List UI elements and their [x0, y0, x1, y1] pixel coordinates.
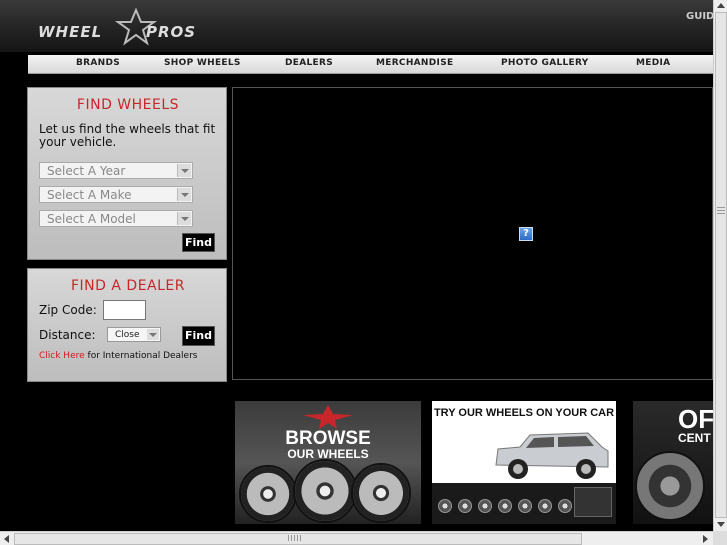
- horizontal-scrollbar[interactable]: [0, 531, 713, 545]
- wheel-thumbnail: [558, 499, 572, 513]
- logo-text-pros: PROS: [146, 23, 197, 41]
- wheel-image: [293, 459, 357, 523]
- tire-image: [635, 451, 705, 521]
- find-wheels-button[interactable]: Find: [182, 233, 215, 252]
- guide-link[interactable]: GUID: [686, 11, 714, 22]
- nav-shop-wheels[interactable]: SHOP WHEELS: [164, 58, 241, 68]
- wheel-thumbnail: [518, 499, 532, 513]
- chevron-down-icon: [147, 329, 159, 340]
- vertical-scrollbar[interactable]: [713, 0, 727, 531]
- model-select-value: Select A Model: [47, 212, 136, 226]
- wheel-thumbnail: [478, 499, 492, 513]
- flash-content-area: ?: [232, 87, 713, 380]
- year-select[interactable]: Select A Year: [39, 162, 193, 179]
- scroll-grip-icon: [717, 207, 725, 215]
- nav-media[interactable]: MEDIA: [636, 58, 670, 68]
- nav-brands[interactable]: BRANDS: [76, 58, 120, 68]
- site-header: WHEEL PROS GUID: [0, 0, 714, 52]
- wheel-selector-strip: [432, 483, 616, 524]
- offroad-subtitle: CENT: [678, 431, 711, 445]
- year-select-value: Select A Year: [47, 164, 126, 178]
- chevron-down-icon: [177, 188, 191, 201]
- wheel-image: [239, 465, 297, 523]
- missing-plugin-icon[interactable]: ?: [519, 227, 533, 241]
- wheel-pros-logo[interactable]: WHEEL PROS: [38, 8, 208, 46]
- model-select[interactable]: Select A Model: [39, 210, 193, 227]
- find-dealer-panel: FIND A DEALER Zip Code: Distance: Close …: [27, 268, 227, 382]
- make-select-value: Select A Make: [47, 188, 132, 202]
- suv-car-image: [495, 432, 609, 479]
- scrollbar-corner: [713, 531, 727, 545]
- distance-label: Distance:: [39, 328, 96, 342]
- chevron-down-icon: [177, 212, 191, 225]
- distance-select[interactable]: Close: [107, 327, 161, 342]
- scroll-right-arrow-icon[interactable]: [699, 533, 711, 545]
- international-dealers-text: for International Dealers: [87, 351, 198, 361]
- distance-select-value: Close: [115, 330, 140, 340]
- scroll-left-arrow-icon[interactable]: [1, 533, 13, 545]
- wheel-thumbnail: [538, 499, 552, 513]
- scroll-down-arrow-icon[interactable]: [715, 518, 727, 530]
- main-nav: BRANDS SHOP WHEELS DEALERS MERCHANDISE P…: [28, 55, 713, 74]
- red-star-icon: [303, 405, 353, 429]
- offroad-center-promo[interactable]: OF CENT: [633, 401, 713, 524]
- find-wheels-intro: Let us find the wheels that fit your veh…: [39, 122, 216, 149]
- try-wheels-promo[interactable]: TRY OUR WHEELS ON YOUR CAR: [432, 401, 616, 524]
- wheel-thumbnail: [498, 499, 512, 513]
- browse-wheels-promo[interactable]: BROWSE OUR WHEELS: [235, 401, 421, 524]
- scroll-grip-icon: [288, 535, 302, 541]
- find-dealer-button[interactable]: Find: [182, 326, 215, 346]
- make-select[interactable]: Select A Make: [39, 186, 193, 203]
- wheel-image: [351, 463, 411, 523]
- vertical-scroll-thumb[interactable]: [715, 12, 727, 518]
- wheel-thumbnail: [458, 499, 472, 513]
- wheel-info-box: [574, 487, 612, 517]
- find-wheels-panel: FIND WHEELS Let us find the wheels that …: [27, 87, 227, 260]
- wheel-thumbnail: [438, 499, 452, 513]
- find-wheels-title: FIND WHEELS: [76, 97, 180, 113]
- find-dealer-title: FIND A DEALER: [71, 278, 185, 294]
- international-dealers-line: Click Here for International Dealers: [39, 351, 197, 361]
- nav-merchandise[interactable]: MERCHANDISE: [376, 58, 453, 68]
- try-wheels-title: TRY OUR WHEELS ON YOUR CAR: [433, 407, 615, 419]
- zip-code-input[interactable]: [103, 300, 146, 320]
- zip-code-label: Zip Code:: [39, 303, 97, 317]
- scroll-up-arrow-icon[interactable]: [715, 0, 727, 12]
- chevron-down-icon: [177, 164, 191, 177]
- click-here-link[interactable]: Click Here: [39, 351, 85, 361]
- nav-photo-gallery[interactable]: PHOTO GALLERY: [501, 58, 589, 68]
- nav-dealers[interactable]: DEALERS: [285, 58, 333, 68]
